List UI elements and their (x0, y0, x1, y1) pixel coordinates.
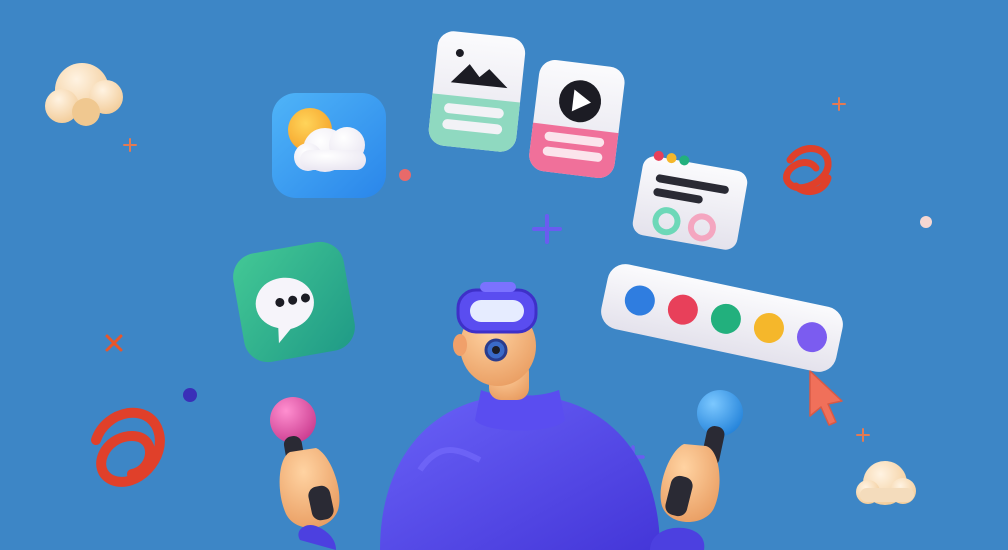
video-player-card-icon (529, 60, 625, 178)
scene-canvas (45, 31, 932, 550)
dot-decoration (399, 169, 411, 181)
dot-decoration (183, 388, 197, 402)
cloud-icon (45, 63, 123, 126)
dot-decoration (920, 216, 932, 228)
vr-illustration-scene (0, 0, 1008, 550)
weather-app-icon (272, 93, 386, 198)
chat-bubble-app-icon (233, 241, 355, 363)
right-hand-controller-icon (650, 390, 743, 550)
color-palette-bar-icon (601, 264, 843, 372)
swirl-decoration-icon (783, 145, 832, 196)
image-gallery-card-icon (428, 31, 526, 152)
settings-panel-card-icon (632, 150, 748, 250)
character-torso (380, 390, 660, 550)
cloud-icon (856, 461, 916, 505)
left-hand-controller-icon (270, 397, 340, 550)
swirl-decoration-icon (91, 407, 165, 487)
mouse-cursor-icon (809, 370, 843, 426)
vr-headset-icon (456, 282, 538, 334)
